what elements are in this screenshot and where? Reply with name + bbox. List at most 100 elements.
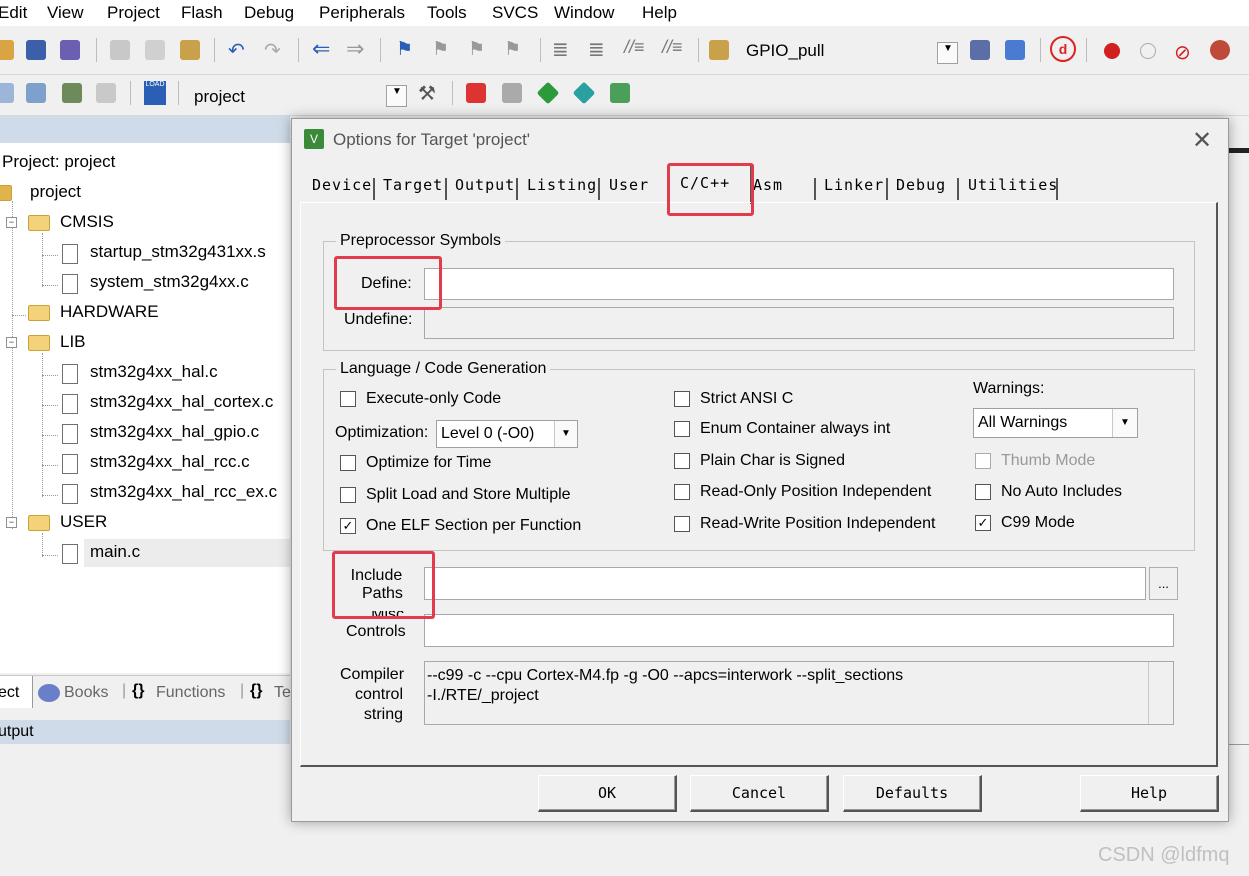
tree-item-user[interactable]: USER (60, 512, 107, 532)
menu-svcs[interactable]: SVCS (492, 3, 538, 23)
nav-back-icon[interactable]: ⇐ (312, 36, 330, 62)
bookmark-prev-icon[interactable]: ⚑ (432, 38, 449, 61)
no-auto-includes-checkbox[interactable] (975, 484, 991, 500)
menu-debug[interactable]: Debug (244, 3, 294, 23)
close-icon[interactable]: ✕ (1192, 126, 1212, 155)
cut-icon[interactable] (110, 40, 130, 60)
cancel-button[interactable]: Cancel (690, 775, 829, 812)
optimize-time-checkbox[interactable] (340, 455, 356, 471)
enum-container-checkbox[interactable] (674, 421, 690, 437)
expander-cmsis[interactable]: − (6, 217, 17, 228)
tab-templates[interactable]: Te (274, 684, 291, 702)
batch-build-icon[interactable] (96, 83, 116, 103)
menu-view[interactable]: View (47, 3, 84, 23)
include-paths-field[interactable] (424, 567, 1146, 600)
tab-books[interactable]: Books (64, 684, 108, 702)
tab-functions[interactable]: Functions (156, 684, 225, 702)
indent-icon[interactable]: ≣ (552, 37, 569, 62)
clear-breakpoints-icon[interactable] (1210, 40, 1230, 60)
menu-window[interactable]: Window (554, 3, 614, 23)
translate-icon[interactable] (0, 83, 14, 103)
target-combo-text[interactable]: GPIO_pull (746, 41, 824, 61)
copy-icon[interactable] (145, 40, 165, 60)
paste-icon[interactable] (180, 40, 200, 60)
tab-listing[interactable]: Listing (527, 176, 597, 200)
tree-item-main[interactable]: main.c (90, 542, 140, 562)
menu-flash[interactable]: Flash (181, 3, 223, 23)
manage-books-icon[interactable] (502, 83, 522, 103)
undo-icon[interactable]: ↶ (228, 38, 245, 63)
rw-pi-checkbox[interactable] (674, 516, 690, 532)
one-elf-checkbox[interactable]: ✓ (340, 518, 356, 534)
tab-device[interactable]: Device (312, 176, 372, 200)
uncomment-icon[interactable]: //≡ (662, 37, 683, 58)
tree-item-hardware[interactable]: HARDWARE (60, 302, 159, 322)
tree-item-hal-rcc-ex[interactable]: stm32g4xx_hal_rcc_ex.c (90, 482, 277, 502)
disable-breakpoint-icon[interactable] (1140, 43, 1156, 59)
menu-tools[interactable]: Tools (427, 3, 467, 23)
save-all-icon[interactable] (60, 40, 80, 60)
build-icon[interactable] (26, 83, 46, 103)
tab-target[interactable]: Target (383, 176, 443, 200)
save-icon[interactable] (26, 40, 46, 60)
tree-item-lib[interactable]: LIB (60, 332, 86, 352)
comment-icon[interactable]: //≡ (624, 37, 645, 58)
menu-peripherals[interactable]: Peripherals (319, 3, 405, 23)
split-load-checkbox[interactable] (340, 487, 356, 503)
optimization-select[interactable]: Level 0 (-O0) ▼ (436, 420, 578, 448)
download-settings-icon[interactable] (1005, 40, 1025, 60)
ok-button[interactable]: OK (538, 775, 677, 812)
target-options-icon[interactable]: ⚒ (418, 81, 436, 106)
tree-item-hal[interactable]: stm32g4xx_hal.c (90, 362, 218, 382)
rebuild-icon[interactable] (62, 83, 82, 103)
load-icon[interactable]: LOAD (144, 81, 166, 105)
expander-user[interactable]: − (6, 517, 17, 528)
browse-include-button[interactable]: ... (1149, 567, 1178, 600)
project-combo-text[interactable]: project (194, 87, 245, 107)
target-combo-dropdown[interactable]: ▼ (937, 42, 958, 64)
open-icon[interactable] (0, 40, 14, 60)
redo-icon[interactable]: ↷ (264, 38, 281, 63)
bookmark-clear-icon[interactable]: ⚑ (504, 38, 521, 61)
undefine-field[interactable] (424, 307, 1174, 339)
define-field[interactable] (424, 268, 1174, 300)
tab-debug[interactable]: Debug (896, 176, 946, 200)
tab-user[interactable]: User (609, 176, 649, 200)
plain-char-checkbox[interactable] (674, 453, 690, 469)
nav-forward-icon[interactable]: ⇒ (346, 36, 364, 62)
unindent-icon[interactable]: ≣ (588, 37, 605, 62)
debug-session-icon[interactable]: d (1050, 36, 1076, 62)
help-button[interactable]: Help (1080, 775, 1219, 812)
expander-lib[interactable]: − (6, 337, 17, 348)
configure-icon[interactable] (970, 40, 990, 60)
tree-root-project[interactable]: project (30, 182, 81, 202)
menu-help[interactable]: Help (642, 3, 677, 23)
defaults-button[interactable]: Defaults (843, 775, 982, 812)
tree-item-hal-rcc[interactable]: stm32g4xx_hal_rcc.c (90, 452, 250, 472)
thumb-mode-checkbox[interactable] (975, 453, 991, 469)
warnings-select[interactable]: All Warnings ▼ (973, 408, 1138, 438)
ro-pi-checkbox[interactable] (674, 484, 690, 500)
tree-item-cmsis[interactable]: CMSIS (60, 212, 114, 232)
execute-only-checkbox[interactable] (340, 391, 356, 407)
select-packs-icon[interactable] (536, 81, 560, 105)
tab-project[interactable]: ect (0, 684, 19, 702)
tab-output[interactable]: Output (455, 176, 515, 200)
bookmark-next-icon[interactable]: ⚑ (468, 38, 485, 61)
misc-controls-field[interactable] (424, 614, 1174, 647)
tree-item-hal-gpio[interactable]: stm32g4xx_hal_gpio.c (90, 422, 259, 442)
project-combo-dropdown[interactable]: ▼ (386, 85, 407, 107)
menu-project[interactable]: Project (107, 3, 160, 23)
manage-rte-icon[interactable] (610, 83, 630, 103)
compiler-string-scrollbar[interactable] (1148, 662, 1173, 724)
tab-asm[interactable]: Asm (753, 176, 783, 200)
tree-item-startup[interactable]: startup_stm32g431xx.s (90, 242, 266, 262)
manage-project-icon[interactable] (466, 83, 486, 103)
breakpoint-icon[interactable] (1104, 43, 1120, 59)
tab-utilities[interactable]: Utilities (968, 176, 1058, 200)
menu-edit[interactable]: Edit (0, 3, 27, 23)
strict-ansi-checkbox[interactable] (674, 391, 690, 407)
tab-linker[interactable]: Linker (824, 176, 884, 200)
kill-breakpoints-icon[interactable]: ⊘ (1174, 40, 1191, 65)
tree-item-hal-cortex[interactable]: stm32g4xx_hal_cortex.c (90, 392, 273, 412)
